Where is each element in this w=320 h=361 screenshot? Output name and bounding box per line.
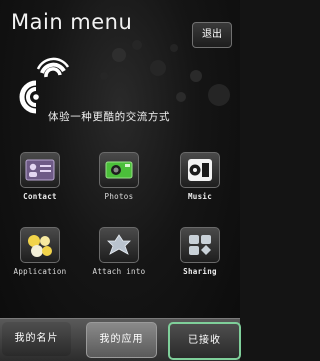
grid-item-attach[interactable]: Attach into xyxy=(89,227,149,276)
decor-dot xyxy=(190,70,202,82)
grid-item-label: Contact xyxy=(23,192,57,201)
page-title: Main menu xyxy=(11,10,133,34)
grid-item-label: Music xyxy=(187,192,213,201)
decor-dot xyxy=(150,60,166,76)
grid-item-application[interactable]: Application xyxy=(10,227,70,276)
tab-my-apps[interactable]: 我的应用 xyxy=(86,322,157,358)
sharing-icon xyxy=(180,227,220,263)
music-icon xyxy=(180,152,220,188)
application-icon xyxy=(20,227,60,263)
decor-dot xyxy=(100,72,108,80)
grid-item-sharing[interactable]: Sharing xyxy=(170,227,230,276)
decor-dot xyxy=(208,84,230,106)
grid-item-label: Application xyxy=(13,267,67,276)
app-logo-icon xyxy=(19,57,70,114)
header: Main menu 退出 xyxy=(0,0,240,52)
grid-item-label: Attach into xyxy=(92,267,146,276)
grid-item-music[interactable]: Music xyxy=(170,152,230,201)
tagline: 体验一种更酷的交流方式 xyxy=(48,111,171,123)
grid-item-label: Sharing xyxy=(183,267,217,276)
attach-icon xyxy=(99,227,139,263)
photos-icon xyxy=(99,152,139,188)
tab-received[interactable]: 已接收 xyxy=(168,322,241,360)
grid-item-contact[interactable]: Contact xyxy=(10,152,70,201)
tab-my-card[interactable]: 我的名片 xyxy=(2,322,71,356)
grid-item-photos[interactable]: Photos xyxy=(89,152,149,201)
exit-button[interactable]: 退出 xyxy=(192,22,232,48)
grid-item-label: Photos xyxy=(104,192,134,201)
decor-dot xyxy=(176,92,186,102)
contact-card-icon xyxy=(20,152,60,188)
